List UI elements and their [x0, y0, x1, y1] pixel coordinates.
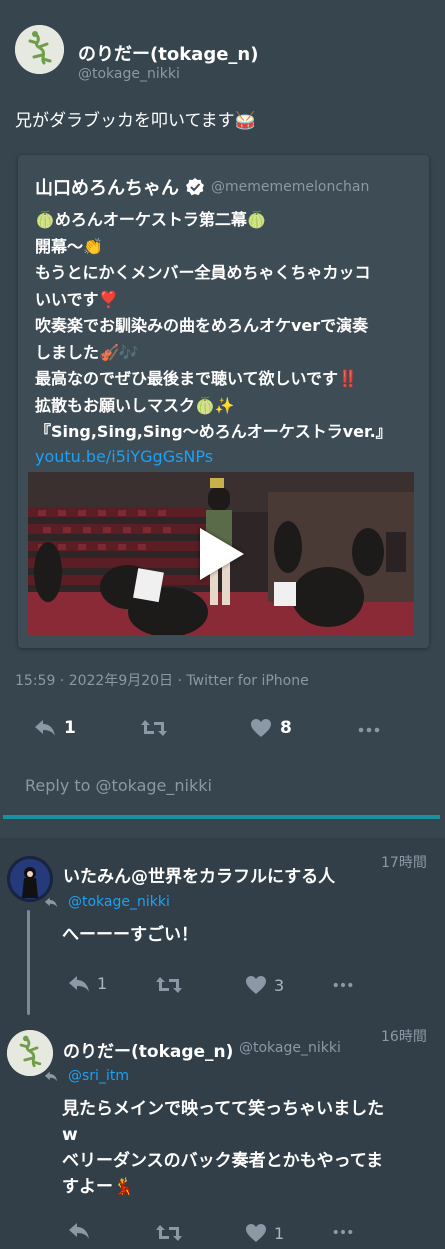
reply-button[interactable]: 1	[68, 974, 107, 993]
reply-text-line: ベリーダンスのバック奏者とかもやってま	[62, 1151, 383, 1171]
reply-icon	[69, 1223, 89, 1239]
reply-icon	[69, 975, 89, 992]
like-button[interactable]: 1	[245, 1223, 284, 1243]
retweet-icon	[156, 1225, 182, 1241]
tweet-meta: 15:59 · 2022年9月20日 · Twitter for iPhone	[15, 673, 309, 689]
quote-line: しました🎻🎶	[35, 342, 139, 362]
retweet-button[interactable]	[155, 1223, 183, 1243]
quote-line: 吹奏楽でお馴染みの曲をめろんオケverで演奏	[35, 316, 369, 335]
reply-icon	[44, 897, 58, 907]
like-button[interactable]: 8	[250, 718, 292, 738]
quote-line: 拡散もお願いしマスク🍈✨	[35, 395, 235, 415]
more-icon	[333, 982, 353, 988]
reply-time: 16時間	[381, 1029, 427, 1045]
reply-text-line: すよー💃	[62, 1177, 135, 1197]
reply-count: 1	[97, 974, 108, 993]
mention-row: @tokage_nikki	[44, 894, 170, 910]
quote-line: 開幕〜👏	[35, 236, 103, 256]
video-thumbnail[interactable]	[28, 472, 414, 635]
more-icon	[333, 1229, 353, 1235]
reply-user-handle[interactable]: @tokage_nikki	[239, 1040, 341, 1056]
reply-count: 1	[64, 718, 76, 738]
like-button[interactable]: 3	[245, 975, 284, 995]
quote-line: 🍈めろんオーケストラ第二幕🍈	[35, 210, 267, 229]
reply-mention[interactable]: @tokage_nikki	[68, 894, 170, 910]
reply-time: 17時間	[381, 855, 427, 871]
mention-row: @sri_itm	[44, 1068, 129, 1084]
youtube-link[interactable]: youtu.be/i5iYGgGsNPs	[35, 446, 392, 468]
reply-input-underline	[3, 815, 440, 819]
heart-icon	[246, 976, 266, 994]
reply-text-line: へーーーすごい！	[62, 925, 198, 945]
heart-icon	[251, 719, 271, 737]
play-icon[interactable]	[200, 528, 244, 580]
reply-user-name[interactable]: のりだー(tokage_n)	[63, 1037, 233, 1062]
quoted-tweet-card[interactable]: 山口めろんちゃん @memememelonchan 🍈めろんオーケストラ第二幕🍈…	[18, 155, 429, 648]
quote-line: もうとにかくメンバー全員めちゃくちゃカッコ	[35, 263, 371, 282]
more-icon	[358, 727, 380, 733]
reply-user-name[interactable]: いたみん@世界をカラフルにする人	[63, 862, 376, 887]
like-count: 8	[280, 718, 292, 738]
heart-icon	[246, 1224, 266, 1242]
like-count: 3	[274, 975, 285, 995]
user-handle[interactable]: @tokage_nikki	[78, 66, 180, 82]
quote-user-handle[interactable]: @memememelonchan	[211, 179, 369, 195]
user-name[interactable]: のりだー(tokage_n)	[78, 40, 258, 66]
retweet-button[interactable]	[155, 975, 183, 995]
reply-input[interactable]: Reply to @tokage_nikki	[25, 776, 212, 795]
user-avatar[interactable]	[15, 25, 64, 74]
main-tweet: のりだー(tokage_n) @tokage_nikki 兄がダラブッカを叩いて…	[0, 0, 445, 838]
quote-body: 🍈めろんオーケストラ第二幕🍈 開幕〜👏 もうとにかくメンバー全員めちゃくちゃカッ…	[35, 207, 392, 468]
tweet-text: 兄がダラブッカを叩いてます🥁	[15, 111, 256, 131]
verified-badge-icon	[186, 178, 204, 196]
quote-header: 山口めろんちゃん @memememelonchan	[35, 174, 369, 200]
reply-button[interactable]	[68, 1222, 90, 1240]
reply-text-line: 見たらメインで映ってて笑っちゃいました	[62, 1099, 385, 1119]
reply-icon	[44, 1071, 58, 1081]
lizard-avatar-icon	[15, 25, 64, 74]
thread-line	[27, 910, 30, 1015]
quote-user-name[interactable]: 山口めろんちゃん	[35, 174, 179, 200]
reply-text: へーーーすごい！	[62, 922, 198, 948]
like-count: 1	[274, 1223, 285, 1243]
quote-line: 最高なのでぜひ最後まで聴いて欲しいです‼️	[35, 369, 358, 388]
reply-text: 見たらメインで映ってて笑っちゃいました w ベリーダンスのバック奏者とかもやって…	[62, 1096, 384, 1200]
retweet-icon	[141, 720, 167, 736]
more-button[interactable]	[333, 1229, 353, 1235]
reply-icon	[35, 720, 55, 736]
retweet-button[interactable]	[140, 718, 168, 738]
more-button[interactable]	[333, 982, 353, 988]
reply-button[interactable]: 1	[34, 718, 76, 738]
more-button[interactable]	[358, 727, 380, 733]
reply-mention[interactable]: @sri_itm	[68, 1068, 129, 1084]
quote-line: いいです❣️	[35, 289, 119, 309]
retweet-icon	[156, 977, 182, 993]
quote-line: 『Sing,Sing,Sing〜めろんオーケストラver.』	[35, 422, 392, 441]
reply-text-line: w	[62, 1125, 78, 1145]
